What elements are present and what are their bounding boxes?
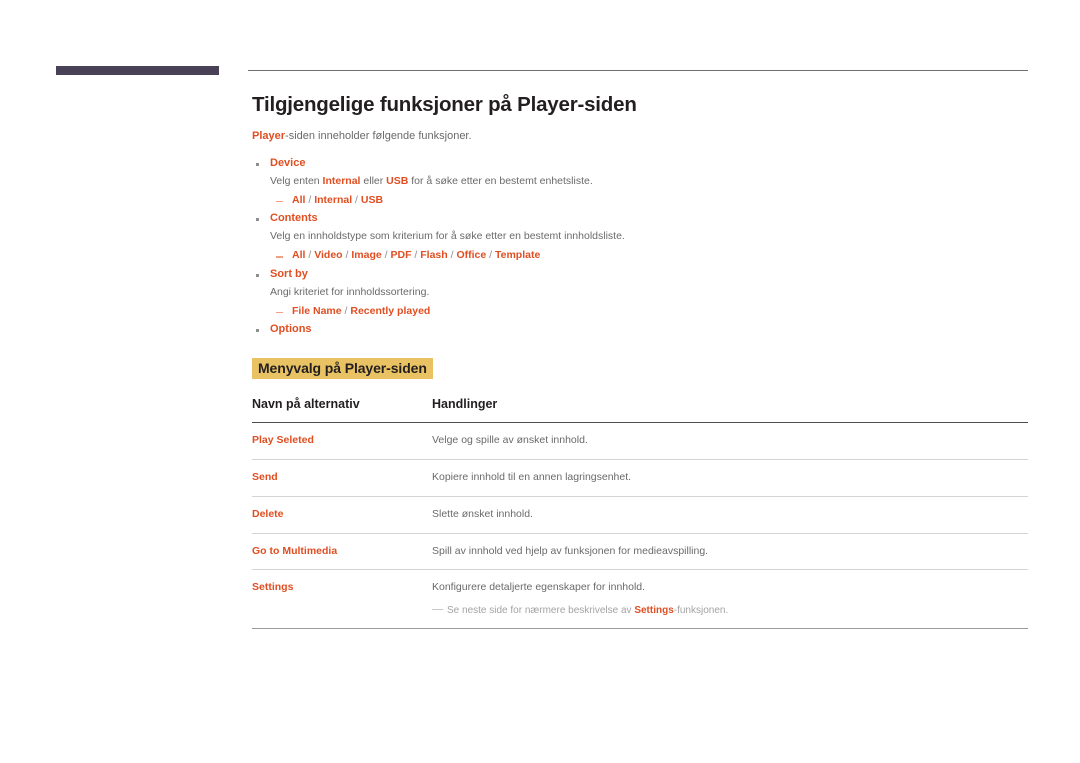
menu-options-table: Navn på alternativ Handlinger Play Selet… [252, 397, 1028, 630]
text-fragment: -funksjonen. [673, 605, 729, 617]
accent-term: Internal [322, 174, 361, 187]
table-row: Play Seleted Velge og spille av ønsket in… [252, 422, 1028, 461]
option-value: Flash [420, 249, 448, 262]
accent-term: USB [386, 174, 409, 187]
table-cell-action-description: Spill av innhold ved hjelp av funksjonen… [432, 533, 1028, 571]
document-content: Tilgjengelige funksjoner på Player-siden… [252, 92, 1028, 630]
table-head: Navn på alternativ Handlinger [252, 397, 1028, 424]
sub-heading-wrapper: Menyvalg på Player-siden [252, 358, 1028, 380]
action-description-text: Spill av innhold ved hjelp av funksjonen… [432, 544, 709, 557]
option-separator: / [411, 249, 421, 262]
feature-bullet-description: Velg en innholdstype som kriterium for å… [270, 229, 1028, 245]
table-cell-option-name: Delete [252, 496, 432, 534]
column-header-actions: Handlinger [432, 397, 1028, 424]
feature-bullet-title: Device [270, 157, 306, 170]
intro-paragraph: Player-siden inneholder følgende funksjo… [252, 129, 1028, 144]
feature-bullet-description: Angi kriteriet for innholdssortering. [270, 285, 1028, 301]
text-fragment: for å søke etter en bestemt enhetsliste. [408, 174, 593, 187]
option-value: Image [351, 249, 382, 262]
action-description-text: Kopiere innhold til en annen lagringsenh… [432, 471, 632, 484]
table-row: Delete Slette ønsket innhold. [252, 496, 1028, 534]
feature-bullet-options: All / Internal / USB [270, 193, 1028, 209]
table-cell-option-name: Send [252, 459, 432, 497]
option-separator: / [305, 249, 315, 262]
option-value: All [292, 193, 306, 206]
table-cell-option-name: Go to Multimedia [252, 533, 432, 571]
table-cell-action-description: Velge og spille av ønsket innhold. [432, 422, 1028, 461]
intro-accent-term: Player [252, 129, 286, 142]
intro-rest: -siden inneholder følgende funksjoner. [285, 129, 472, 142]
option-separator: / [352, 193, 361, 206]
option-value: Recently played [350, 304, 431, 317]
text-fragment: Se neste side for nærmere beskrivelse av [447, 605, 635, 617]
document-page: Tilgjengelige funksjoner på Player-siden… [0, 0, 1080, 763]
table-header-row: Navn på alternativ Handlinger [252, 397, 1028, 424]
table-cell-note: Se neste side for nærmere beskrivelse av… [432, 603, 1028, 618]
feature-bullet-description: Velg enten Internal eller USB for å søke… [270, 174, 1028, 190]
column-header-option-name: Navn på alternativ [252, 397, 432, 424]
action-description-text: Konfigurere detaljerte egenskaper for in… [432, 581, 646, 594]
option-value: USB [360, 193, 384, 206]
table-row: Go to Multimedia Spill av innhold ved hje… [252, 533, 1028, 571]
feature-bullet-options: All / Video / Image / PDF / Flash / Offi… [270, 248, 1028, 264]
text-fragment: Angi kriteriet for innholdssortering. [270, 285, 430, 298]
feature-bullet-options: File Name / Recently played [270, 304, 1028, 320]
accent-term: Settings [634, 605, 674, 617]
feature-bullet-title: Sort by [270, 267, 308, 280]
option-separator: / [486, 249, 495, 262]
feature-bullet-title: Contents [270, 212, 318, 225]
header-rule [248, 70, 1028, 71]
option-value: Internal [314, 193, 353, 206]
feature-bullet-title: Options [270, 323, 312, 336]
feature-bullet-item: Sort by Angi kriteriet for innholdssorter… [252, 267, 1028, 319]
option-value: File Name [292, 304, 342, 317]
option-value: PDF [390, 249, 412, 262]
table-cell-option-name: Settings [252, 569, 432, 630]
option-value: Video [314, 249, 343, 262]
option-value: Template [494, 249, 541, 262]
option-separator: / [305, 193, 315, 206]
text-fragment: Velg enten [270, 174, 323, 187]
table-body: Play Seleted Velge og spille av ønsket in… [252, 422, 1028, 630]
page-title: Tilgjengelige funksjoner på Player-siden [252, 93, 637, 116]
text-fragment: eller [360, 174, 387, 187]
sub-heading: Menyvalg på Player-siden [252, 358, 433, 380]
table-cell-option-name: Play Seleted [252, 422, 432, 461]
action-description-text: Slette ønsket innhold. [432, 507, 533, 520]
option-value: Office [456, 249, 487, 262]
text-fragment: Velg en innholdstype som kriterium for å… [270, 230, 625, 243]
option-value: All [292, 249, 306, 262]
feature-bullet-item: Device Velg enten Internal eller USB for … [252, 156, 1028, 208]
table-row: Settings Konfigurere detaljerte egenskape… [252, 569, 1028, 630]
feature-bullet-list: Device Velg enten Internal eller USB for … [252, 156, 1028, 338]
table-row: Send Kopiere innhold til en annen lagring… [252, 459, 1028, 497]
table-cell-action-description: Kopiere innhold til en annen lagringsenh… [432, 459, 1028, 497]
action-description-text: Velge og spille av ønsket innhold. [432, 434, 588, 447]
feature-bullet-item: Options [252, 322, 1028, 338]
feature-bullet-item: Contents Velg en innholdstype som kriteri… [252, 211, 1028, 263]
table-cell-action-description: Konfigurere detaljerte egenskaper for in… [432, 569, 1028, 630]
header-accent-bar [56, 66, 219, 75]
table-cell-action-description: Slette ønsket innhold. [432, 496, 1028, 534]
